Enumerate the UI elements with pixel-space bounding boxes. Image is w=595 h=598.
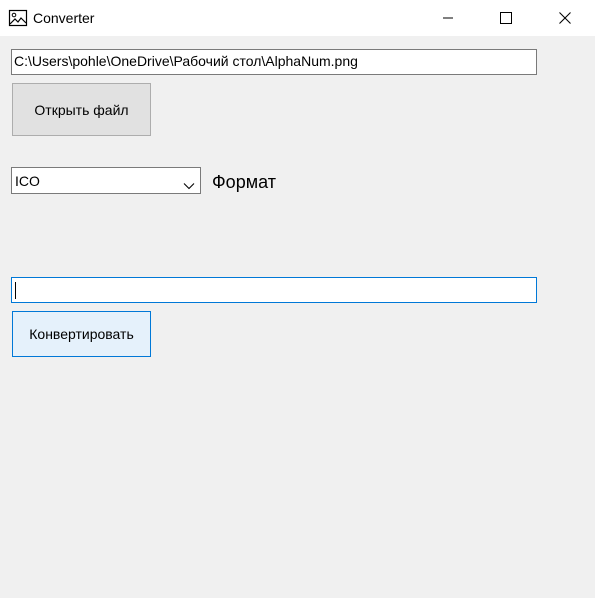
format-dropdown[interactable]: ICO xyxy=(11,167,201,194)
minimize-button[interactable] xyxy=(419,0,477,36)
format-label: Формат xyxy=(212,172,276,192)
output-field[interactable] xyxy=(11,277,537,303)
close-icon xyxy=(559,12,571,24)
convert-button-label: Конвертировать xyxy=(29,326,134,342)
title-bar[interactable]: Converter xyxy=(0,0,595,36)
minimize-icon xyxy=(442,12,454,24)
file-path-value: C:\Users\pohle\OneDrive\Рабочий стол\Alp… xyxy=(14,53,358,69)
close-button[interactable] xyxy=(536,0,594,36)
convert-button[interactable]: Конвертировать xyxy=(12,311,151,357)
open-file-button[interactable]: Открыть файл xyxy=(12,83,151,136)
text-caret xyxy=(15,282,16,299)
converter-window: Converter C:\Users\pohle\OneDrive\Рабочи… xyxy=(0,0,595,598)
maximize-button[interactable] xyxy=(477,0,535,36)
open-file-button-label: Открыть файл xyxy=(34,101,129,118)
image-file-icon xyxy=(8,8,28,28)
format-selected-value: ICO xyxy=(15,173,40,189)
file-path-field[interactable]: C:\Users\pohle\OneDrive\Рабочий стол\Alp… xyxy=(11,49,537,75)
chevron-down-icon xyxy=(183,177,195,190)
maximize-icon xyxy=(500,12,512,24)
window-title: Converter xyxy=(33,10,95,26)
